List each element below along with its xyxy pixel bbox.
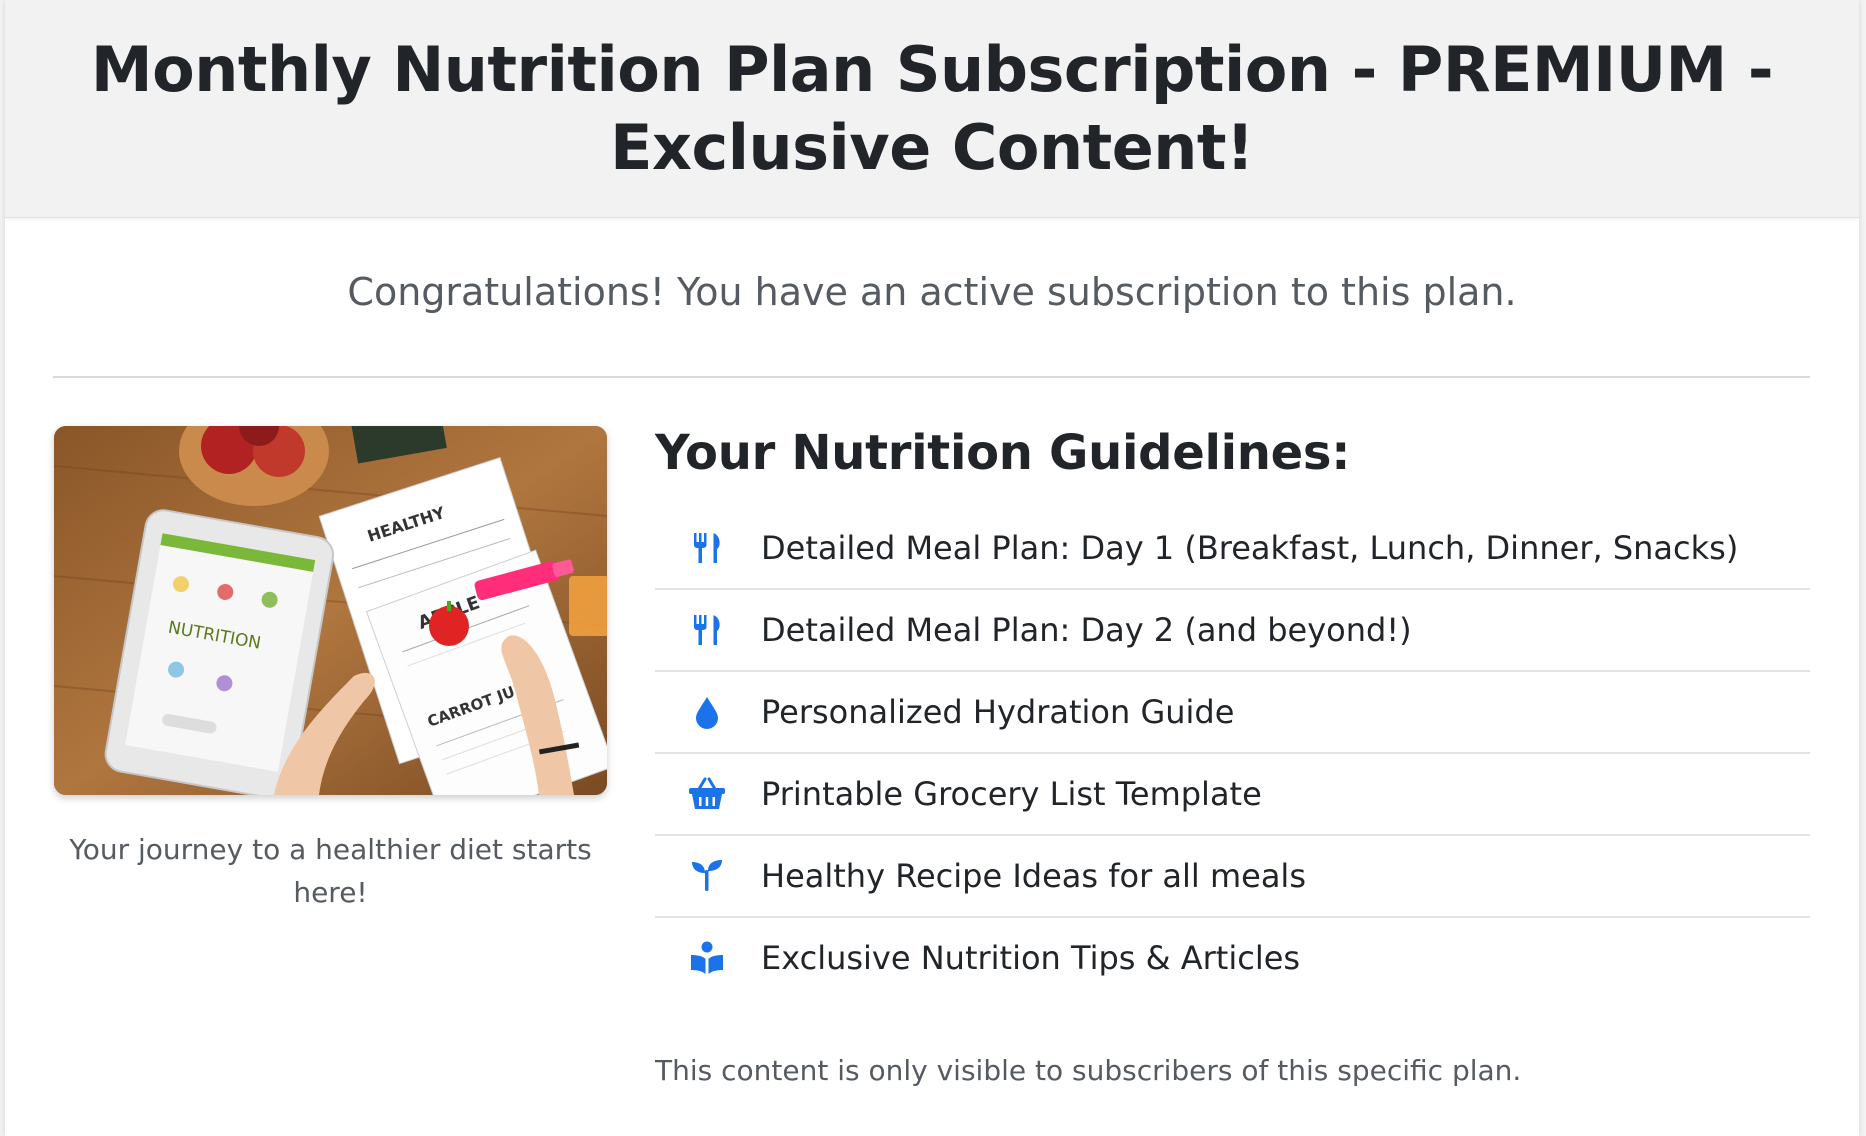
nutrition-photo-illustration: HEALTHY APPLE CARROT JUICE (54, 426, 607, 795)
guideline-item-label: Detailed Meal Plan: Day 1 (Breakfast, Lu… (761, 529, 1739, 567)
subscription-card: Monthly Nutrition Plan Subscription - PR… (5, 0, 1859, 1136)
water-drop-icon (687, 692, 727, 732)
image-caption: Your journey to a healthier diet starts … (69, 833, 592, 909)
guideline-item-label: Exclusive Nutrition Tips & Articles (761, 939, 1301, 977)
guidelines-section: Your Nutrition Guidelines: Detailed Meal… (655, 420, 1810, 998)
shopping-basket-icon (687, 774, 727, 814)
divider (53, 376, 1810, 378)
guideline-item-nutrition-tips[interactable]: Exclusive Nutrition Tips & Articles (655, 918, 1810, 998)
subscriber-only-note: This content is only visible to subscrib… (655, 1054, 1522, 1087)
guideline-item-meal-plan-day-2[interactable]: Detailed Meal Plan: Day 2 (and beyond!) (655, 590, 1810, 672)
guideline-item-label: Healthy Recipe Ideas for all meals (761, 857, 1306, 895)
page-title: Monthly Nutrition Plan Subscription - PR… (90, 32, 1774, 184)
page-header: Monthly Nutrition Plan Subscription - PR… (5, 0, 1859, 218)
utensils-icon (687, 528, 727, 568)
guideline-item-meal-plan-day-1[interactable]: Detailed Meal Plan: Day 1 (Breakfast, Lu… (655, 508, 1810, 590)
utensils-icon (687, 610, 727, 650)
guidelines-list: Detailed Meal Plan: Day 1 (Breakfast, Lu… (655, 508, 1810, 998)
book-reader-icon (687, 938, 727, 978)
subscription-status-message: Congratulations! You have an active subs… (347, 270, 1517, 314)
guideline-item-label: Printable Grocery List Template (761, 775, 1262, 813)
nutrition-image: HEALTHY APPLE CARROT JUICE (54, 426, 607, 795)
guideline-item-grocery-list[interactable]: Printable Grocery List Template (655, 754, 1810, 836)
guideline-item-hydration-guide[interactable]: Personalized Hydration Guide (655, 672, 1810, 754)
seedling-icon (687, 856, 727, 896)
guidelines-heading: Your Nutrition Guidelines: (655, 425, 1351, 481)
guideline-item-label: Detailed Meal Plan: Day 2 (and beyond!) (761, 611, 1412, 649)
guideline-item-label: Personalized Hydration Guide (761, 693, 1235, 731)
apple-drawing (429, 606, 469, 646)
guideline-item-recipe-ideas[interactable]: Healthy Recipe Ideas for all meals (655, 836, 1810, 918)
